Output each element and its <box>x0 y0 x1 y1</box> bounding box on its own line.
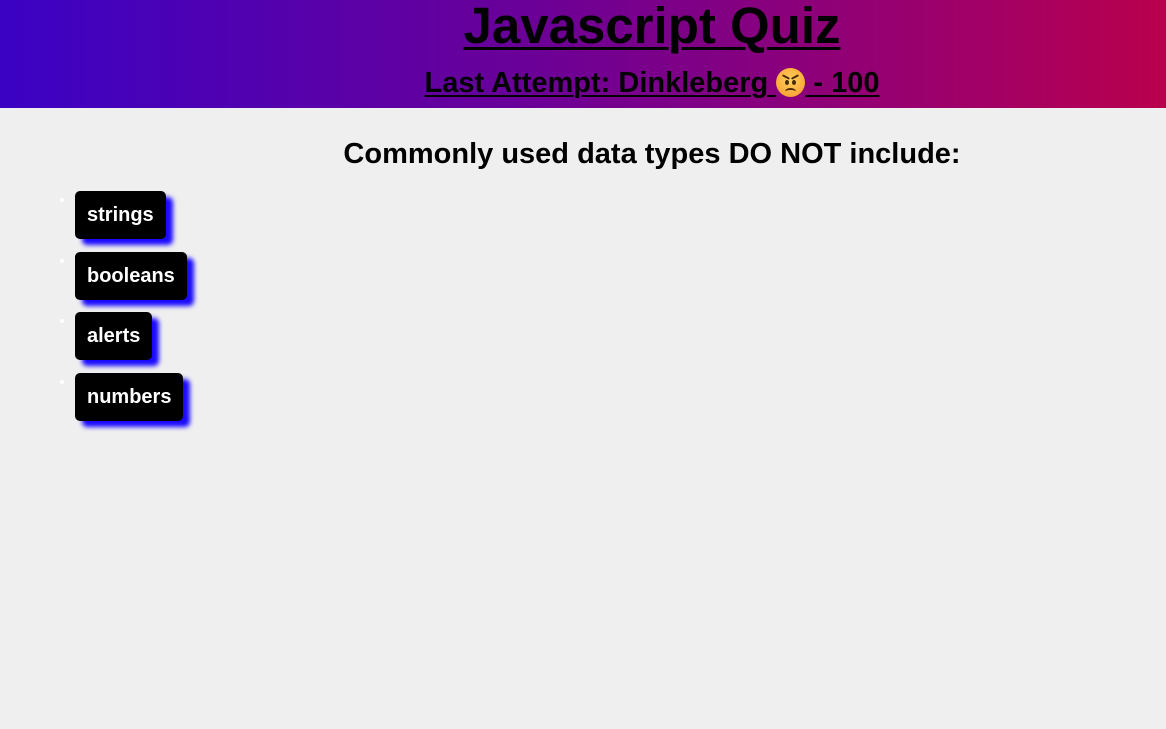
last-attempt-score: Last Attempt: Dinkleberg - 100 <box>0 64 1166 102</box>
last-attempt-suffix: - 100 <box>805 67 880 99</box>
quiz-header: Javascript Quiz Last Attempt: Dinkleberg… <box>0 0 1166 108</box>
last-attempt-prefix: Last Attempt: Dinkleberg <box>424 67 777 99</box>
answer-button-alerts[interactable]: alerts <box>75 312 153 360</box>
question-text: Commonly used data types DO NOT include: <box>343 138 961 170</box>
answer-list: strings booleans alerts numbers <box>40 191 187 433</box>
list-item: strings <box>75 191 187 239</box>
answer-button-booleans[interactable]: booleans <box>75 251 187 300</box>
answer-button-numbers[interactable]: numbers <box>75 372 184 421</box>
angry-face-icon <box>776 68 806 97</box>
answer-button-strings[interactable]: strings <box>75 191 166 239</box>
page-title: Javascript Quiz <box>463 0 841 54</box>
list-item: numbers <box>75 372 187 421</box>
list-item: alerts <box>75 312 187 360</box>
list-item: booleans <box>75 251 187 300</box>
